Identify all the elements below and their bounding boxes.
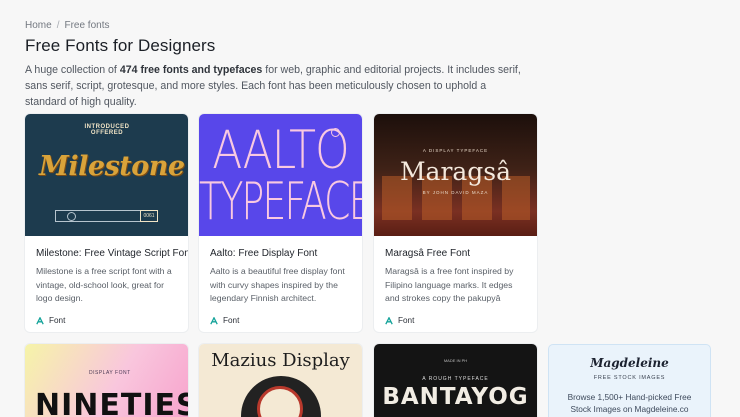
card-tag-label: Font [49, 316, 66, 325]
card-tag[interactable]: Font [385, 316, 526, 325]
breadcrumb-current: Free fonts [64, 20, 110, 31]
thumb-main-text: Milestone [39, 151, 185, 182]
card-title[interactable]: Milestone: Free Vintage Script Font [36, 248, 188, 259]
thumb-top-text: A DISPLAY TYPEFACE [422, 148, 489, 153]
font-card-nineties[interactable]: DISPLAY FONT NINETIES [25, 344, 188, 417]
font-card-maragsa[interactable]: A DISPLAY TYPEFACE Maragsâ BY JOHN DAVID… [374, 114, 537, 332]
card-thumbnail[interactable]: A DISPLAY TYPEFACE Maragsâ BY JOHN DAVID… [374, 114, 537, 236]
magdeleine-promo[interactable]: Magdeleine FREE STOCK IMAGES Browse 1,50… [548, 344, 711, 417]
card-tag[interactable]: Font [210, 316, 351, 325]
promo-logo: Magdeleine [590, 356, 669, 370]
card-thumbnail[interactable]: Mazius Display [199, 344, 362, 417]
thumb-main-text: BANTAYOG [382, 384, 529, 410]
thumb-sub-text: BY JOHN DAVID MAZA [422, 190, 489, 195]
page-intro: A huge collection of 474 free fonts and … [25, 62, 525, 110]
font-card-aalto[interactable]: AALTO TYPEFACE Aalto: Free Display Font … [199, 114, 362, 332]
promo-subtitle: FREE STOCK IMAGES [593, 375, 666, 381]
font-a-icon [36, 316, 44, 324]
breadcrumb-separator: / [56, 20, 60, 31]
card-title[interactable]: Maragsâ Free Font [385, 248, 526, 259]
card-description: Milestone is a free script font with a v… [36, 266, 172, 303]
card-title[interactable]: Aalto: Free Display Font [210, 248, 351, 259]
thumb-line2: TYPEFACE [199, 171, 362, 232]
promo-text[interactable]: Browse 1,500+ Hand-picked Free Stock Ima… [557, 391, 702, 415]
thumb-main-text: NINETIES [35, 388, 188, 417]
font-card-mazius[interactable]: Mazius Display [199, 344, 362, 417]
thumb-small-top-text: MADE IN PH [443, 358, 468, 363]
breadcrumb: Home / Free fonts [25, 20, 110, 31]
card-description: Aalto is a beautiful free display font w… [210, 266, 345, 303]
intro-bold: 474 free fonts and typefaces [119, 64, 263, 76]
intro-prefix: A huge collection of [25, 64, 120, 76]
card-description: Maragsâ is a free font inspired by Filip… [385, 266, 514, 303]
card-thumbnail[interactable]: AALTO TYPEFACE [199, 114, 362, 236]
card-thumbnail[interactable]: INTRODUCED OFFERED Milestone 0061 [25, 114, 188, 236]
card-tag-label: Font [223, 316, 240, 325]
page-title: Free Fonts for Designers [25, 36, 216, 55]
font-a-icon [210, 316, 218, 324]
card-tag-label: Font [398, 316, 415, 325]
copyright-icon [331, 128, 340, 137]
thumb-small-text: A ROUGH TYPEFACE [422, 376, 489, 382]
thumb-top-text: INTRODUCED OFFERED [84, 124, 130, 136]
card-tag[interactable]: Font [36, 316, 177, 325]
card-thumbnail[interactable]: MADE IN PH A ROUGH TYPEFACE BANTAYOG [374, 344, 537, 417]
thumb-emblem-icon [67, 212, 76, 221]
thumb-badge: 0061 [140, 210, 158, 222]
thumb-small-text: DISPLAY FONT [89, 370, 131, 376]
card-thumbnail[interactable]: DISPLAY FONT NINETIES [25, 344, 188, 417]
font-a-icon [385, 316, 393, 324]
font-card-bantayog[interactable]: MADE IN PH A ROUGH TYPEFACE BANTAYOG [374, 344, 537, 417]
thumb-main-text: Mazius Display [211, 350, 350, 371]
breadcrumb-home-link[interactable]: Home [25, 20, 52, 31]
thumb-main-text: Maragsâ [399, 157, 512, 186]
font-card-milestone[interactable]: INTRODUCED OFFERED Milestone 0061 Milest… [25, 114, 188, 332]
